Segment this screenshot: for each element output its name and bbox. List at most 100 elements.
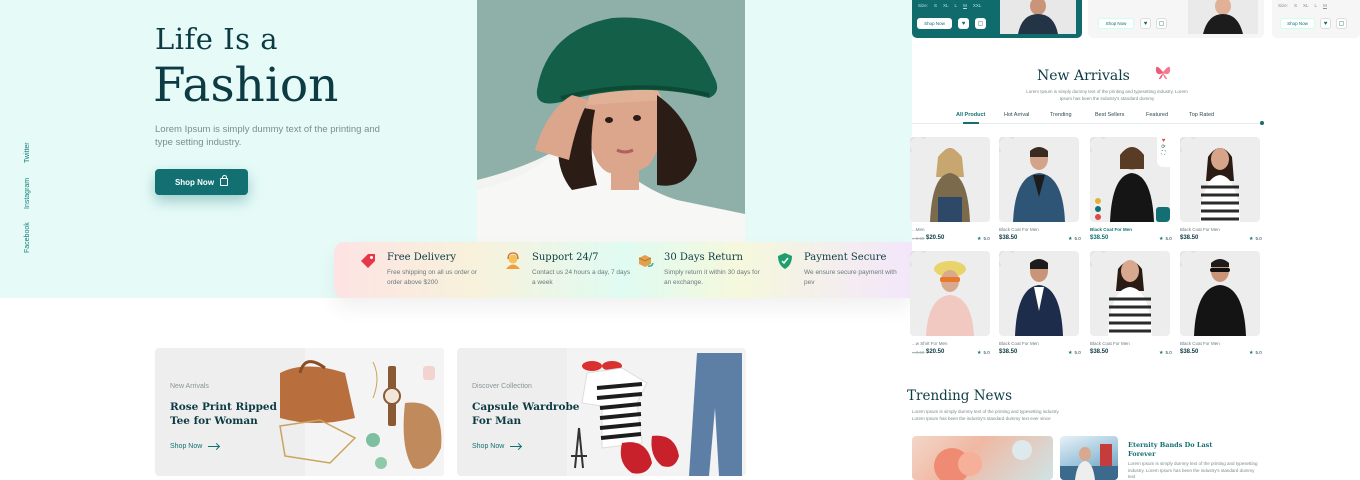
star-icon: ★ [1159,236,1164,242]
hero-description: Lorem Ipsum is simply dummy text of the … [155,124,380,148]
product-card[interactable] [1090,251,1170,336]
active-tab-indicator [963,122,979,124]
star-icon: ★ [977,350,982,356]
product-name[interactable]: ...w Shirt For Men [912,341,948,346]
feature-support: Support 24/7 Contact us 24 hours a day, … [506,252,632,288]
tab-all-product[interactable]: All Product [956,112,985,118]
product-name[interactable]: Black Coat For Men [1090,341,1130,346]
preview-panel: Size: S XL L M XXL Shop Now ♥ ▢ Shop Now… [907,0,1360,480]
size-option[interactable]: M [963,3,967,8]
support-agent-icon [506,252,520,269]
tab-hot-arrival[interactable]: Hot Arrival [1004,112,1029,118]
feature-desc: Free shipping on all us order or order a… [387,269,477,286]
star-icon: ★ [977,236,982,242]
new-arrivals-title: New Arrivals [1037,68,1130,84]
feature-free-delivery: Free Delivery Free shipping on all us or… [361,252,487,288]
arrow-right-icon [208,445,220,448]
tab-top-rated[interactable]: Top Rated [1189,112,1214,118]
news-image-thumb[interactable] [1060,436,1118,480]
product-card[interactable] [999,251,1079,336]
cart-icon[interactable]: ▢ [1336,18,1347,29]
shop-now-label: Shop Now [174,177,215,187]
product-rating: ★ 5.0 [977,236,990,242]
product-rating: ★ 5.0 [1249,350,1262,356]
product-name[interactable]: Black Coat For Men [999,341,1039,346]
product-rating: ★ 5.0 [1068,236,1081,242]
size-option[interactable]: S [1294,3,1297,8]
tab-best-sellers[interactable]: Best Sellers [1095,112,1124,118]
product-thumb [1188,0,1258,34]
star-icon: ★ [1249,236,1254,242]
cart-icon[interactable]: ▢ [975,18,986,29]
product-name[interactable]: ...Men [912,227,925,232]
size-option[interactable]: XXL [973,3,982,8]
arrow-right-icon [510,445,522,448]
trending-news-description: Lorem Ipsum is simply dummy text of the … [912,409,1060,421]
size-option[interactable]: L [1315,3,1318,8]
expand-icon[interactable]: ⛶ [1157,150,1170,156]
new-arrivals-description: Lorem Ipsum is simply dummy text of the … [1026,89,1188,101]
news-image-main[interactable] [912,436,1053,480]
social-link-facebook[interactable]: Facebook [24,222,31,253]
product-rating: ★ 5.0 [1068,350,1081,356]
size-option[interactable]: S [934,3,937,8]
promo-link-label: Shop Now [170,443,203,450]
promo-tag: New Arrivals [170,383,209,390]
product-rating: ★ 5.0 [1159,236,1172,242]
tab-trending[interactable]: Trending [1050,112,1072,118]
news-article-description: Lorem Ipsum is simply dummy text of the … [1128,461,1258,479]
product-price: $38.50 [999,349,1018,355]
product-price: $20.50 [926,349,945,355]
card-shop-now-button[interactable]: Shop Now [1280,18,1315,29]
feature-desc: Contact us 24 hours a day, 7 days a week [532,269,631,286]
feature-title: 30 Days Return [664,252,743,263]
product-old-price: ...0.50 [912,236,925,241]
heart-icon[interactable]: ♥ [1320,18,1331,29]
social-link-twitter[interactable]: Twitter [24,142,31,163]
promo-card-women[interactable]: New Arrivals Rose Print Ripped Tee for W… [155,348,444,476]
size-row: Size: S XL L M XXL [918,3,981,8]
heart-icon[interactable]: ♥ [1140,18,1151,29]
promo-card-men[interactable]: Discover Collection Capsule Wardrobe For… [457,348,746,476]
star-icon: ★ [1068,350,1073,356]
cart-icon[interactable]: ▢ [1156,18,1167,29]
features-strip: Free Delivery Free shipping on all us or… [334,242,912,298]
size-option[interactable]: M [1323,3,1327,8]
size-option[interactable]: XL [943,3,949,8]
delivery-tag-icon [361,254,375,268]
product-name[interactable]: Black Coat For Men [1180,227,1220,232]
product-card[interactable] [910,137,990,222]
product-price: $20.50 [926,235,945,241]
tab-featured[interactable]: Featured [1146,112,1168,118]
star-icon: ★ [1249,350,1254,356]
star-icon: ★ [1159,350,1164,356]
trending-news-title: Trending News [907,388,1013,404]
product-card[interactable] [1180,251,1260,336]
product-card[interactable]: ♥ ⟳ ⛶ [1090,137,1170,222]
shield-check-icon [778,253,792,269]
product-card[interactable] [1180,137,1260,222]
card-shop-now-button[interactable]: Shop Now [917,18,952,29]
product-price: $38.50 [1180,235,1199,241]
promo-shop-now-link[interactable]: Shop Now [472,443,522,450]
heart-icon[interactable]: ♥ [958,18,969,29]
promo-shop-now-link[interactable]: Shop Now [170,443,220,450]
hero-title-line1: Life Is a [155,22,278,56]
card-shop-now-button[interactable]: Shop Now [1098,18,1134,29]
product-old-price: ...0.50 [912,350,925,355]
news-article-title[interactable]: Eternity Bands Do Last Forever [1128,441,1218,459]
size-row: Size: S XL L M [1278,3,1327,8]
feature-title: Support 24/7 [532,252,599,263]
size-option[interactable]: XL [1303,3,1309,8]
shop-now-button[interactable]: Shop Now [155,169,248,195]
product-name[interactable]: Black Coat For Men [1090,227,1132,232]
product-name[interactable]: Black Coat For Men [1180,341,1220,346]
product-name[interactable]: Black Coat For Men [999,227,1039,232]
product-card[interactable] [910,251,990,336]
product-card[interactable] [999,137,1079,222]
size-option[interactable]: L [955,3,958,8]
promo-tag: Discover Collection [472,383,532,390]
feature-return: 30 Days Return Simply return it within 3… [638,252,764,288]
social-link-instagram[interactable]: Instagram [24,178,31,209]
product-actions: ♥ ⟳ ⛶ [1157,137,1170,167]
